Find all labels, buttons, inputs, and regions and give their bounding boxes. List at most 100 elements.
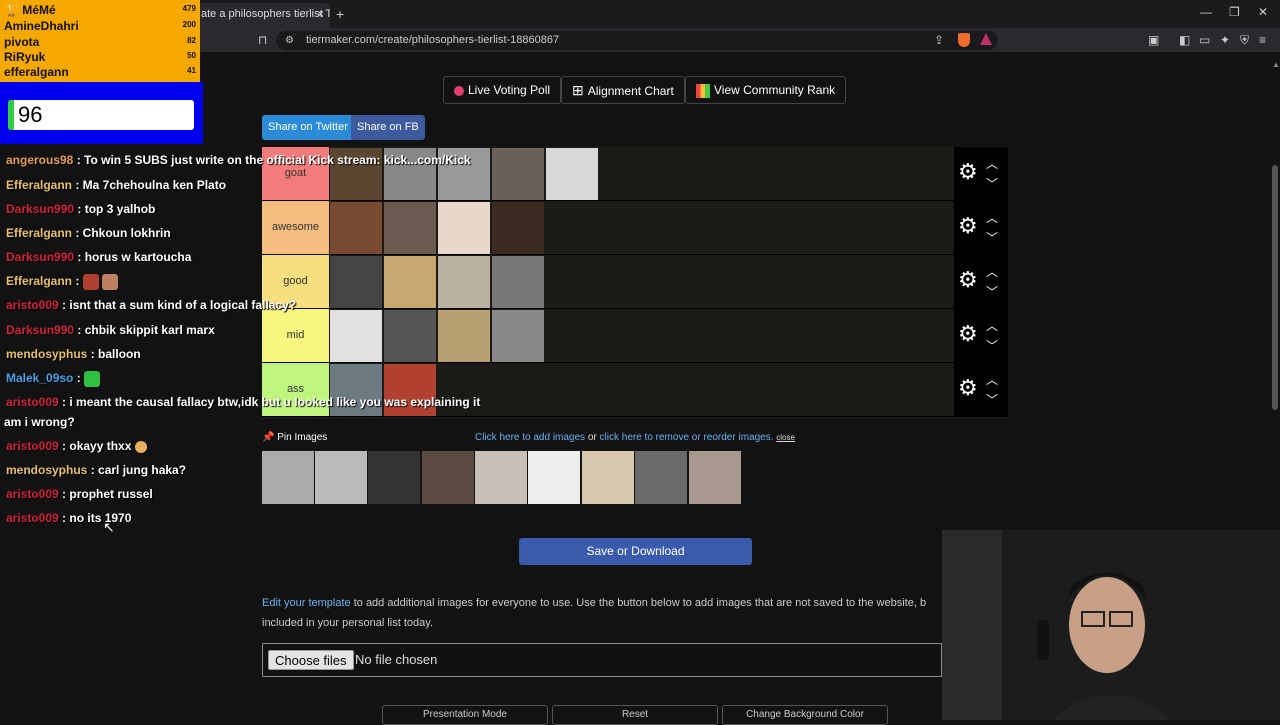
change-bg-color-button[interactable]: Change Background Color [722,705,888,725]
share-icon[interactable]: ⇪ [934,33,944,47]
webcam-person-image [942,530,1280,720]
minimize-button[interactable]: — [1200,5,1212,19]
philosopher-image[interactable] [384,256,436,308]
vpn-icon[interactable]: ⛨ [1240,33,1249,48]
edit-template-link[interactable]: Edit your template [262,597,351,609]
reader-icon[interactable]: ▣ [1148,33,1159,47]
chevron-down-icon[interactable]: ﹀ [986,229,998,246]
save-download-button[interactable]: Save or Download [519,538,752,565]
philosopher-image[interactable] [384,310,436,362]
pool-image[interactable] [582,451,634,504]
chat-username: mendosyphus [6,463,88,477]
site-info-icon[interactable]: ⚙ [285,35,294,46]
live-voting-button[interactable]: Live Voting Poll [443,76,562,104]
sidebar-icon[interactable]: ◧ [1179,33,1190,47]
chevron-up-icon[interactable]: ︿ [986,155,998,172]
new-tab-button[interactable]: + [336,6,344,22]
close-window-button[interactable]: ✕ [1258,5,1268,19]
mouse-cursor-icon: ↖ [103,519,115,535]
url-text: tiermaker.com/create/philosophers-tierli… [306,34,560,46]
pool-image[interactable] [315,451,367,504]
chevron-down-icon[interactable]: ﹀ [986,391,998,408]
chevron-down-icon[interactable]: ﹀ [986,283,998,300]
gear-icon[interactable]: ⚙ [958,321,978,347]
community-rank-button[interactable]: View Community Rank [685,76,847,104]
chevron-up-icon[interactable]: ︿ [986,209,998,226]
chat-message: am i wrong? [4,415,75,429]
scroll-up-arrow[interactable]: ▲ [1272,60,1280,70]
choose-files-button[interactable]: Choose files [268,650,354,670]
pool-image[interactable] [689,451,741,504]
philosopher-image[interactable] [438,310,490,362]
philosopher-image[interactable] [330,256,382,308]
share-twitter-button[interactable]: Share on Twitter [262,115,354,140]
tier-label[interactable]: awesome [262,201,329,254]
pin-images-toggle[interactable]: 📌 Pin Images [262,432,327,443]
philosopher-image[interactable] [330,310,382,362]
chevron-up-icon[interactable]: ︿ [986,317,998,334]
scrollbar-thumb[interactable] [1272,165,1278,410]
rewards-icon[interactable] [980,33,992,45]
wallet-icon[interactable]: ▭ [1199,33,1210,47]
chevron-up-icon[interactable]: ︿ [986,263,998,280]
gear-icon[interactable]: ⚙ [958,159,978,185]
tier-label[interactable]: mid [262,309,329,362]
pool-image[interactable] [422,451,474,504]
gear-icon[interactable]: ⚙ [958,267,978,293]
gear-icon[interactable]: ⚙ [958,375,978,401]
philosopher-image[interactable] [330,202,382,254]
leaderboard-row: pivota 82 [4,35,196,50]
chevron-up-icon[interactable]: ︿ [986,371,998,388]
philosopher-image[interactable] [384,202,436,254]
philosopher-image[interactable] [492,256,544,308]
remove-images-link[interactable]: click here to remove or reorder images. [600,432,774,443]
chat-message: Darksun990 : horus w kartoucha [6,250,191,264]
chat-username: Darksun990 [6,202,75,216]
leaderboard-name: 🏆 MéMé [4,3,56,17]
chat-message: Efferalgann : Ma 7chehoulna ken Plato [6,178,226,192]
pool-image[interactable] [475,451,527,504]
chevron-down-icon[interactable]: ﹀ [986,337,998,354]
pool-image[interactable] [368,451,420,504]
pool-image[interactable] [262,451,314,504]
webcam-overlay [942,530,1280,720]
leo-ai-icon[interactable]: ✦ [1220,33,1230,47]
chevron-down-icon[interactable]: ﹀ [986,175,998,192]
maximize-button[interactable]: ❐ [1229,5,1240,19]
chat-username: Darksun990 [6,323,75,337]
url-bar[interactable]: tiermaker.com/create/philosophers-tierli… [276,31,998,50]
chat-message: mendosyphus : carl jung haka? [6,463,186,477]
chat-text: : [73,371,85,386]
chat-text: : horus w kartoucha [74,250,192,264]
share-fb-button[interactable]: Share on FB [351,115,425,140]
rank-grid-icon [696,83,710,98]
chat-text: : Ma 7chehoulna ken Plato [72,178,227,192]
alignment-chart-button[interactable]: ⊞ Alignment Chart [561,76,685,104]
presentation-mode-button[interactable]: Presentation Mode [382,705,548,725]
chat-username: mendosyphus [6,347,88,361]
leaderboard-row: 🏆 MéMé 479 [4,3,196,18]
chat-text: : no its 1970 [58,511,132,525]
tab-close-icon[interactable]: × [317,3,324,25]
add-images-link[interactable]: Click here to add images [475,432,585,443]
browser-tab[interactable]: ate a philosophers tierlist Tie × [195,3,330,28]
philosopher-image[interactable] [438,256,490,308]
gear-icon[interactable]: ⚙ [958,213,978,239]
bookmark-icon[interactable]: ⊓ [258,33,267,47]
philosopher-image[interactable] [546,148,598,200]
close-link[interactable]: close [776,433,795,442]
leaderboard-name: RiRyuk [4,50,46,64]
menu-icon[interactable]: ≡ [1259,33,1266,47]
chat-text: : To win 5 SUBS just write on the offici… [73,153,471,167]
philosopher-image[interactable] [438,202,490,254]
chat-username: aristo009 [6,298,59,312]
chat-message: Efferalgann : [6,274,119,290]
philosopher-image[interactable] [492,202,544,254]
pool-image[interactable] [528,451,580,504]
leaderboard-score: 200 [182,20,196,29]
pool-image[interactable] [635,451,687,504]
philosopher-image[interactable] [492,148,544,200]
brave-shield-icon[interactable] [958,33,970,47]
reset-button[interactable]: Reset [552,705,718,725]
philosopher-image[interactable] [492,310,544,362]
